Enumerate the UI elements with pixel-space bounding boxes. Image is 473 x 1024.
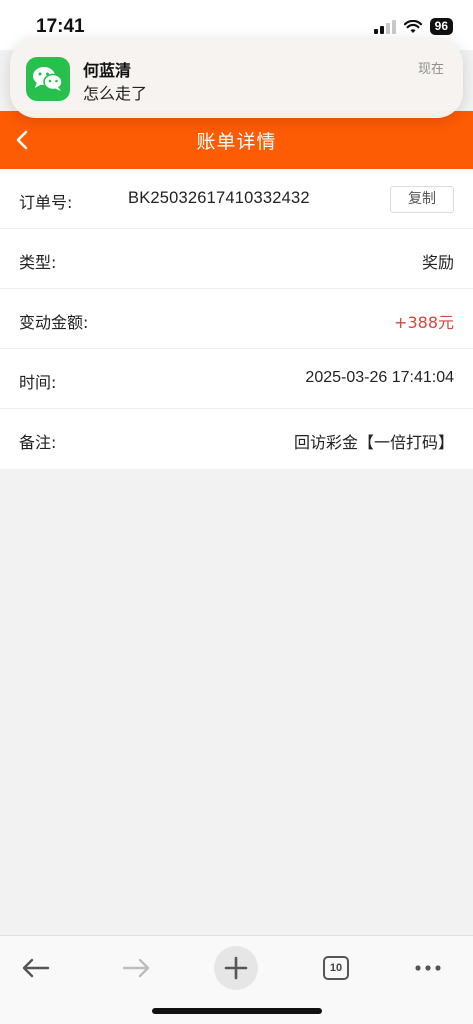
type-label: 类型: <box>19 253 57 272</box>
battery-icon: 96 <box>429 18 453 35</box>
notification-message: 怎么走了 <box>83 84 148 103</box>
order-number-row: 订单号: BK25032617410332432 复制 <box>0 169 473 229</box>
status-icons: 96 <box>373 18 453 35</box>
signal-icon <box>373 19 396 34</box>
time-label: 时间: <box>19 373 57 392</box>
page-header: 账单详情 <box>0 111 473 169</box>
time-row: 时间: 2025-03-26 17:41:04 <box>0 349 473 409</box>
arrow-right-icon <box>122 958 150 978</box>
tabs-button[interactable]: 10 <box>314 946 358 990</box>
new-tab-button[interactable] <box>214 946 258 990</box>
amount-label: 变动金额: <box>19 313 89 332</box>
copy-button[interactable]: 复制 <box>390 186 454 213</box>
amount-row: 变动金额: +388元 <box>0 289 473 349</box>
note-value: 回访彩金【一倍打码】 <box>293 433 454 452</box>
arrow-left-icon <box>22 958 50 978</box>
bill-detail-card: 订单号: BK25032617410332432 复制 类型: 奖励 变动金额:… <box>0 169 473 469</box>
notification-time: 现在 <box>417 62 444 77</box>
notification-sender: 何蓝清 <box>83 61 132 80</box>
tabs-icon: 10 <box>323 956 349 980</box>
back-button[interactable] <box>14 946 58 990</box>
wifi-icon <box>403 19 422 33</box>
amount-value: +388元 <box>394 313 454 332</box>
type-value: 奖励 <box>421 253 454 272</box>
more-icon <box>415 965 441 971</box>
order-number-label: 订单号: <box>19 193 73 212</box>
plus-icon <box>224 956 248 980</box>
wechat-icon <box>26 57 70 101</box>
note-row: 备注: 回访彩金【一倍打码】 <box>0 409 473 469</box>
order-number-value: BK25032617410332432 <box>128 189 310 207</box>
status-time: 17:41 <box>36 16 85 37</box>
note-label: 备注: <box>19 433 57 452</box>
type-row: 类型: 奖励 <box>0 229 473 289</box>
home-indicator <box>152 1008 322 1014</box>
more-button[interactable] <box>406 946 450 990</box>
forward-button[interactable] <box>114 946 158 990</box>
page-title: 账单详情 <box>196 131 277 153</box>
time-value: 2025-03-26 17:41:04 <box>305 369 454 386</box>
notification-banner[interactable]: 何蓝清 怎么走了 现在 <box>10 38 463 118</box>
